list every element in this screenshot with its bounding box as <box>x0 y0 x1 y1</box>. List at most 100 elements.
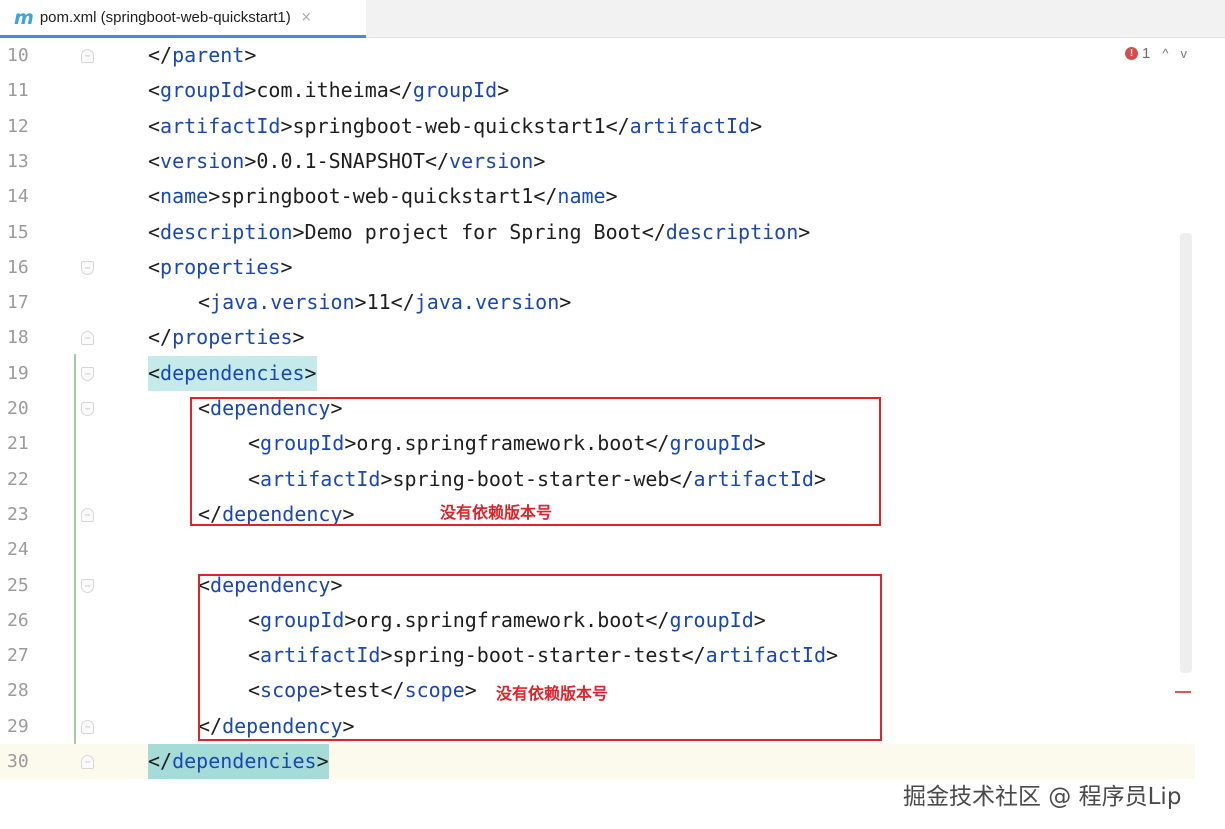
xml-text: > <box>292 325 305 350</box>
fold-toggle-icon[interactable]: − <box>81 755 94 769</box>
line-number: 26 <box>7 609 29 631</box>
code-line[interactable]: 12 <artifactId>springboot-web-quickstart1… <box>0 109 1195 144</box>
error-icon: ! <box>1125 47 1139 60</box>
xml-tag-name: parent <box>172 43 245 67</box>
fold-toggle-icon[interactable]: − <box>81 331 94 346</box>
xml-tag-name: dependencies <box>160 360 305 385</box>
code-line[interactable]: 11 <groupId>com.itheima</groupId> <box>0 73 1195 108</box>
code-text: <description>Demo project for Spring Boo… <box>148 215 810 250</box>
scrollbar-thumb[interactable] <box>1180 233 1192 673</box>
code-line[interactable]: 14 <name>springboot-web-quickstart1</name… <box>0 179 1195 214</box>
xml-text: > <box>497 78 510 103</box>
xml-text: > <box>304 360 317 385</box>
fold-toggle-icon[interactable]: − <box>81 578 94 593</box>
code-line[interactable]: 24 <box>0 532 1195 567</box>
line-number: 12 <box>7 115 29 137</box>
close-icon[interactable]: × <box>301 10 312 25</box>
line-number: 23 <box>7 503 29 525</box>
code-text: <artifactId>springboot-web-quickstart1</… <box>148 109 762 144</box>
xml-tag-name: groupId <box>412 78 498 103</box>
code-line[interactable]: 16 − <properties> <box>0 250 1195 285</box>
tab-title: pom.xml (springboot-web-quickstart1) <box>39 9 291 26</box>
xml-text: >com.itheima</ <box>244 78 413 103</box>
xml-text: < <box>148 113 161 138</box>
code-text: <java.version>11</java.version> <box>198 285 571 320</box>
xml-text: > <box>559 290 572 315</box>
code-text: <version>0.0.1-SNAPSHOT</version> <box>148 144 545 179</box>
line-number: 18 <box>7 327 29 349</box>
line-number: 10 <box>7 45 29 66</box>
xml-text: >0.0.1-SNAPSHOT</ <box>244 148 450 173</box>
xml-text: > <box>280 254 293 279</box>
xml-text: >springboot-web-quickstart1</ <box>280 113 630 138</box>
line-number: 25 <box>7 574 29 596</box>
xml-text: </ <box>148 749 173 773</box>
fold-toggle-icon[interactable]: − <box>81 507 94 522</box>
line-number: 29 <box>7 715 29 737</box>
scrollbar-track[interactable] <box>1195 38 1225 783</box>
inspection-widget[interactable]: ! 1 ^ v <box>1125 45 1187 62</box>
xml-text: >springboot-web-quickstart1</ <box>208 184 558 209</box>
editor-tab-bar: m pom.xml (springboot-web-quickstart1) × <box>0 0 1225 38</box>
code-line[interactable]: 18 − </properties> <box>0 320 1195 355</box>
watermark: 掘金技术社区 @ 程序员Lip <box>903 784 1182 810</box>
xml-tag-name: version <box>449 148 534 173</box>
xml-tag-name: groupId <box>160 78 245 103</box>
xml-tag-name: version <box>160 148 245 173</box>
line-number: 22 <box>7 468 29 490</box>
code-line[interactable]: 10 − </parent> <box>0 38 1195 73</box>
xml-tag-name: dependencies <box>172 749 317 773</box>
line-number: 14 <box>7 186 29 208</box>
xml-text: < <box>148 219 161 244</box>
code-line[interactable]: 13 <version>0.0.1-SNAPSHOT</version> <box>0 144 1195 179</box>
xml-tag-name: name <box>557 184 606 209</box>
xml-text: < <box>148 254 161 279</box>
fold-toggle-icon[interactable]: − <box>81 366 94 381</box>
line-number: 17 <box>7 292 29 314</box>
chevron-up-icon[interactable]: ^ <box>1162 46 1168 61</box>
xml-text: > <box>533 148 546 173</box>
line-number: 24 <box>7 539 29 561</box>
code-text: <dependencies> <box>148 355 317 391</box>
xml-tag-name: java.version <box>210 290 355 315</box>
xml-text: < <box>198 290 211 315</box>
code-line[interactable]: 15 <description>Demo project for Spring B… <box>0 215 1195 250</box>
xml-text: >11</ <box>354 290 415 315</box>
code-line[interactable]: 17 <java.version>11</java.version> <box>0 285 1195 320</box>
code-text: <groupId>com.itheima</groupId> <box>148 73 509 108</box>
code-text: </properties> <box>148 320 305 355</box>
annotation-note-web: 没有依赖版本号 <box>440 503 553 522</box>
line-number: 21 <box>7 433 29 455</box>
xml-text: < <box>148 360 161 385</box>
fold-toggle-icon[interactable]: − <box>81 719 94 734</box>
error-count: 1 <box>1142 45 1151 62</box>
line-number: 27 <box>7 645 29 667</box>
fold-toggle-icon[interactable]: − <box>81 402 94 416</box>
xml-tag-name: artifactId <box>160 113 281 138</box>
xml-text: < <box>148 78 161 103</box>
code-text: </dependencies> <box>148 744 329 779</box>
xml-text: </ <box>148 325 173 350</box>
line-number: 11 <box>7 80 29 102</box>
line-number: 28 <box>7 680 29 702</box>
fold-toggle-icon[interactable]: − <box>81 260 94 275</box>
xml-tag-name: description <box>160 219 293 244</box>
xml-text: > <box>605 184 618 209</box>
code-text: </parent> <box>148 38 256 73</box>
xml-text: > <box>750 113 763 138</box>
xml-text: > <box>244 43 257 67</box>
xml-text: > <box>798 219 811 244</box>
line-number: 30 <box>7 751 29 772</box>
xml-tag-name: artifactId <box>629 113 751 138</box>
line-number: 13 <box>7 150 29 172</box>
xml-tag-name: properties <box>160 254 281 279</box>
tab-pom-xml[interactable]: m pom.xml (springboot-web-quickstart1) × <box>0 0 366 38</box>
code-line[interactable]: 19 − <dependencies> <box>0 355 1195 391</box>
code-text: <properties> <box>148 250 293 285</box>
annotation-box-test-dependency <box>198 574 882 741</box>
chevron-down-icon[interactable]: v <box>1181 46 1188 61</box>
error-stripe-marker[interactable] <box>1175 691 1191 693</box>
code-line[interactable]: 30 − </dependencies> <box>0 744 1195 779</box>
xml-tag-name: properties <box>172 325 293 350</box>
fold-toggle-icon[interactable]: − <box>81 49 94 63</box>
